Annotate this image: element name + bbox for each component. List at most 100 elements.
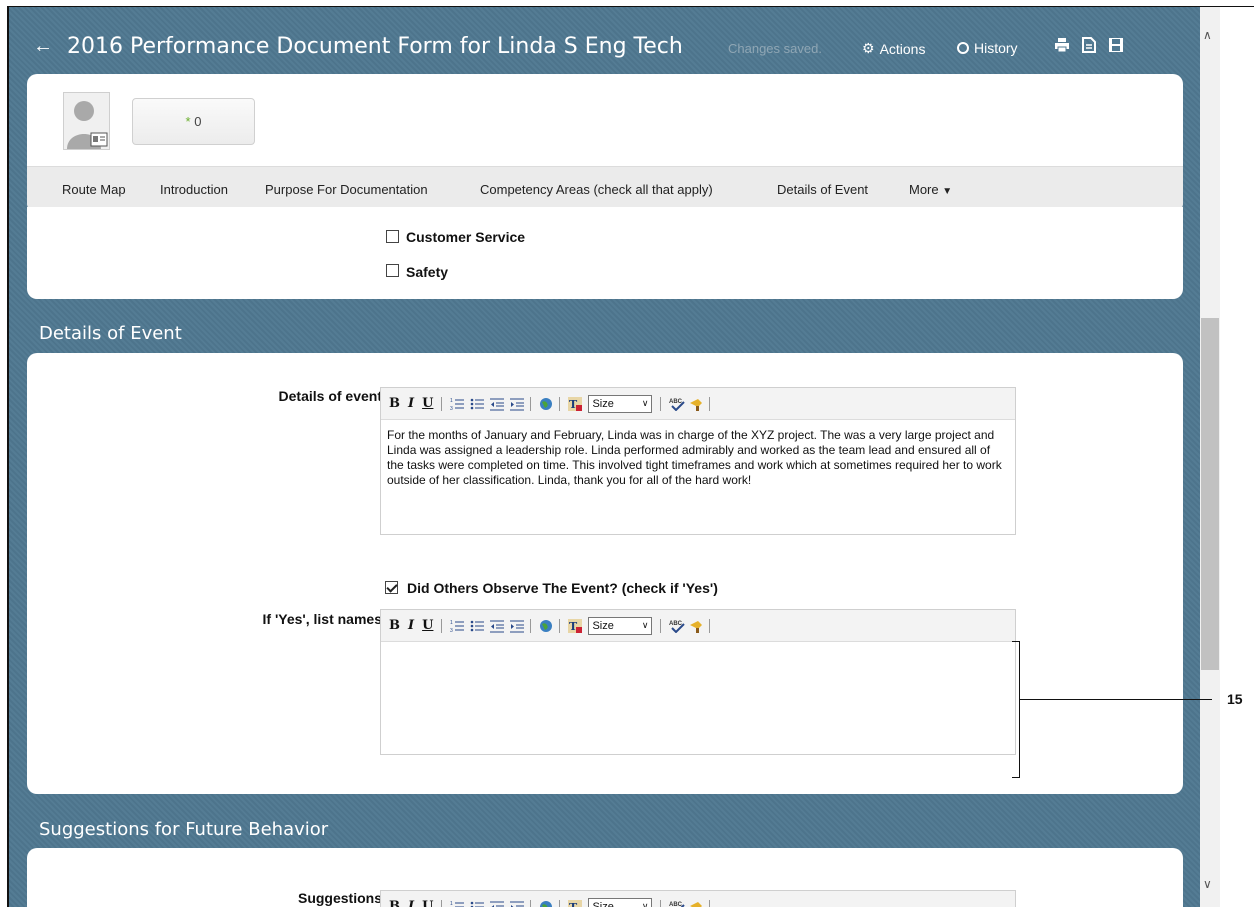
toolbar-separator bbox=[441, 618, 443, 633]
header-card: * 0 Route Map Introduction Purpose For D… bbox=[27, 74, 1183, 213]
toolbar-separator bbox=[709, 899, 711, 907]
toolbar-separator bbox=[530, 618, 532, 633]
nav-introduction[interactable]: Introduction bbox=[160, 182, 228, 197]
details-section-title: Details of Event bbox=[39, 323, 182, 344]
callout-line bbox=[1020, 699, 1212, 700]
outdent-icon[interactable] bbox=[490, 900, 505, 907]
italic-button[interactable]: I bbox=[408, 396, 414, 411]
suggestions-card: Suggestions B I U 13 T Size ∨ bbox=[27, 848, 1183, 907]
svg-text:3: 3 bbox=[450, 406, 453, 411]
details-card: Details of event B I U 13 T Size ∨ ABC F… bbox=[27, 353, 1183, 794]
svg-text:1: 1 bbox=[450, 901, 453, 907]
document-icon[interactable] bbox=[1082, 37, 1096, 58]
customer-service-checkbox[interactable] bbox=[386, 230, 399, 243]
spellcheck-icon[interactable]: ABC bbox=[669, 619, 686, 633]
nav-more[interactable]: More ▼ bbox=[909, 182, 952, 197]
names-toolbar: B I U 13 T Size ∨ ABC bbox=[381, 610, 1015, 642]
gear-icon: ⚙ bbox=[862, 40, 875, 56]
clean-format-icon[interactable] bbox=[689, 900, 703, 907]
text-color-icon[interactable]: T bbox=[568, 618, 583, 633]
history-button[interactable]: History bbox=[957, 40, 1018, 56]
underline-button[interactable]: U bbox=[422, 618, 433, 633]
details-editor[interactable]: B I U 13 T Size ∨ ABC For the months of … bbox=[380, 387, 1016, 535]
italic-button[interactable]: I bbox=[408, 618, 414, 633]
details-text[interactable]: For the months of January and February, … bbox=[387, 428, 1009, 488]
scroll-up-icon[interactable]: ∧ bbox=[1203, 28, 1212, 42]
more-label: More bbox=[909, 182, 939, 197]
suggestions-label: Suggestions bbox=[297, 890, 382, 906]
clock-icon bbox=[957, 42, 969, 54]
actions-label: Actions bbox=[879, 40, 926, 57]
toolbar-separator bbox=[660, 396, 662, 411]
link-globe-icon[interactable] bbox=[539, 619, 553, 633]
details-toolbar: B I U 13 T Size ∨ ABC bbox=[381, 388, 1015, 420]
title-bar: ← 2016 Performance Document Form for Lin… bbox=[9, 7, 1200, 77]
toolbar-separator bbox=[709, 396, 711, 411]
nav-competency-areas[interactable]: Competency Areas (check all that apply) bbox=[480, 182, 713, 197]
size-select[interactable]: Size ∨ bbox=[588, 616, 653, 635]
numbered-list-icon[interactable]: 13 bbox=[450, 900, 465, 907]
bold-button[interactable]: B bbox=[389, 396, 400, 411]
rating-button[interactable]: * 0 bbox=[132, 98, 255, 145]
bullet-list-icon[interactable] bbox=[470, 397, 485, 411]
bold-button[interactable]: B bbox=[389, 899, 400, 907]
suggestions-editor[interactable]: B I U 13 T Size ∨ ABC bbox=[380, 890, 1016, 907]
size-select-value: Size bbox=[592, 619, 614, 632]
form-title: 2016 Performance Document Form for Linda… bbox=[67, 34, 683, 59]
bullet-list-icon[interactable] bbox=[470, 900, 485, 907]
text-color-icon[interactable]: T bbox=[568, 899, 583, 907]
bold-button[interactable]: B bbox=[389, 618, 400, 633]
link-globe-icon[interactable] bbox=[539, 900, 553, 907]
customer-service-label: Customer Service bbox=[406, 229, 526, 245]
toolbar-separator bbox=[441, 899, 443, 907]
toolbar-separator bbox=[559, 899, 561, 907]
safety-label: Safety bbox=[406, 264, 449, 280]
save-status: Changes saved. bbox=[728, 41, 822, 56]
scrollbar-thumb[interactable] bbox=[1201, 318, 1219, 670]
safety-checkbox[interactable] bbox=[386, 264, 399, 277]
svg-text:1: 1 bbox=[450, 398, 453, 404]
observed-checkbox[interactable] bbox=[385, 581, 398, 594]
text-color-icon[interactable]: T bbox=[568, 396, 583, 411]
nav-purpose[interactable]: Purpose For Documentation bbox=[265, 182, 428, 197]
numbered-list-icon[interactable]: 13 bbox=[450, 619, 465, 634]
bullet-list-icon[interactable] bbox=[470, 619, 485, 633]
history-label: History bbox=[974, 40, 1018, 56]
size-select[interactable]: Size ∨ bbox=[588, 897, 653, 907]
underline-button[interactable]: U bbox=[422, 396, 433, 411]
indent-icon[interactable] bbox=[510, 397, 525, 411]
details-label: Details of event bbox=[278, 388, 382, 404]
size-select-value: Size bbox=[592, 397, 614, 410]
size-select[interactable]: Size ∨ bbox=[588, 394, 653, 413]
toolbar-separator bbox=[530, 396, 532, 411]
italic-button[interactable]: I bbox=[408, 899, 414, 907]
svg-text:ABC: ABC bbox=[669, 902, 683, 907]
actions-button[interactable]: ⚙ Actions bbox=[862, 40, 925, 57]
select-arrow-icon: ∨ bbox=[641, 398, 649, 408]
star-icon: * bbox=[185, 114, 191, 129]
nav-details-of-event[interactable]: Details of Event bbox=[777, 182, 868, 197]
toolbar-separator bbox=[441, 396, 443, 411]
clean-format-icon[interactable] bbox=[689, 397, 703, 411]
indent-icon[interactable] bbox=[510, 619, 525, 633]
exit-icon[interactable]: ← bbox=[33, 35, 53, 58]
outdent-icon[interactable] bbox=[490, 397, 505, 411]
indent-icon[interactable] bbox=[510, 900, 525, 907]
suggestions-toolbar: B I U 13 T Size ∨ ABC bbox=[381, 891, 1015, 907]
spellcheck-icon[interactable]: ABC bbox=[669, 900, 686, 907]
clean-format-icon[interactable] bbox=[689, 619, 703, 633]
underline-button[interactable]: U bbox=[422, 899, 433, 907]
numbered-list-icon[interactable]: 13 bbox=[450, 397, 465, 412]
link-globe-icon[interactable] bbox=[539, 397, 553, 411]
spellcheck-icon[interactable]: ABC bbox=[669, 397, 686, 411]
save-icon[interactable] bbox=[1108, 37, 1124, 58]
select-arrow-icon: ∨ bbox=[641, 620, 649, 630]
scroll-down-icon[interactable]: ∨ bbox=[1203, 877, 1212, 891]
form-window: ← 2016 Performance Document Form for Lin… bbox=[9, 7, 1200, 907]
names-editor[interactable]: B I U 13 T Size ∨ ABC bbox=[380, 609, 1016, 755]
nav-route-map[interactable]: Route Map bbox=[62, 182, 126, 197]
svg-text:1: 1 bbox=[450, 620, 453, 626]
print-icon[interactable] bbox=[1054, 37, 1070, 58]
rating-value: 0 bbox=[194, 114, 202, 129]
outdent-icon[interactable] bbox=[490, 619, 505, 633]
